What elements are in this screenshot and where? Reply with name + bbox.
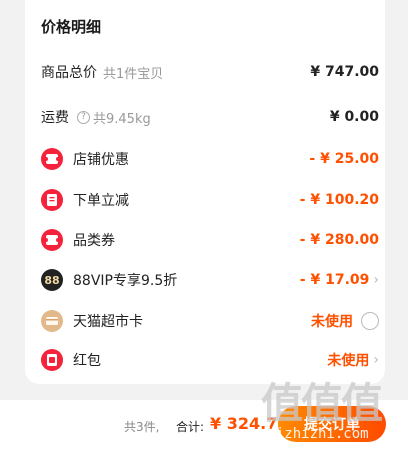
category-coupon-row[interactable]: 品类券 - ¥ 280.00 bbox=[25, 226, 385, 254]
shop-discount-label: 店铺优惠 bbox=[73, 152, 129, 168]
red-packet-value: 未使用 bbox=[327, 353, 370, 369]
category-coupon-icon bbox=[41, 229, 63, 251]
discount-icon bbox=[41, 189, 63, 211]
total-value: ¥ 324.7 bbox=[210, 414, 278, 433]
price-details-title: 价格明细 bbox=[41, 18, 102, 36]
vip-discount-label: 88VIP专享9.5折 bbox=[73, 273, 178, 289]
category-coupon-value: - ¥ 280.00 bbox=[299, 232, 379, 248]
red-packet-row[interactable]: 红包 未使用 › bbox=[25, 346, 385, 374]
shipping-row: 运费 ? 共9.45kg ¥ 0.00 bbox=[25, 103, 385, 131]
question-icon[interactable]: ? bbox=[77, 110, 90, 124]
checkout-bar: 共3件, 合计: ¥ 324.7 提交订单 bbox=[0, 400, 408, 454]
total-label: 合计: bbox=[176, 420, 205, 434]
supermarket-card-value: 未使用 bbox=[311, 314, 353, 330]
vip88-icon: 88 bbox=[41, 269, 63, 291]
red-packet-icon bbox=[41, 349, 63, 371]
order-discount-label: 下单立减 bbox=[73, 193, 129, 209]
chevron-right-icon[interactable]: › bbox=[373, 272, 379, 288]
shipping-value: ¥ 0.00 bbox=[329, 109, 379, 125]
shipping-label: 运费 bbox=[41, 110, 69, 126]
shop-discount-value: - ¥ 25.00 bbox=[309, 151, 379, 167]
price-details-card: 价格明细 商品总价 共1件宝贝 ¥ 747.00 运费 ? 共9.45kg ¥ … bbox=[25, 0, 385, 384]
supermarket-card-row[interactable]: 天猫超市卡 未使用 bbox=[25, 307, 385, 335]
submit-order-button[interactable]: 提交订单 bbox=[278, 406, 386, 442]
chevron-right-icon[interactable]: › bbox=[373, 352, 379, 368]
supermarket-card-label: 天猫超市卡 bbox=[73, 314, 143, 330]
order-discount-row[interactable]: 下单立减 - ¥ 100.20 bbox=[25, 186, 385, 214]
goods-total-sub: 共1件宝贝 bbox=[103, 66, 164, 82]
vip-discount-value: - ¥ 17.09 bbox=[299, 272, 370, 288]
shipping-sub: 共9.45kg bbox=[93, 111, 151, 127]
radio-unchecked-icon[interactable] bbox=[361, 312, 379, 330]
goods-total-value: ¥ 747.00 bbox=[310, 64, 379, 80]
category-coupon-label: 品类券 bbox=[73, 233, 115, 249]
item-count: 共3件, bbox=[124, 420, 160, 434]
order-discount-value: - ¥ 100.20 bbox=[299, 192, 379, 208]
supermarket-card-icon bbox=[41, 310, 63, 332]
coupon-icon bbox=[41, 148, 63, 170]
vip-discount-row[interactable]: 88 88VIP专享9.5折 - ¥ 17.09 › bbox=[25, 266, 385, 294]
goods-total-row: 商品总价 共1件宝贝 ¥ 747.00 bbox=[25, 58, 385, 86]
red-packet-label: 红包 bbox=[73, 353, 101, 369]
goods-total-label: 商品总价 bbox=[41, 65, 97, 81]
shop-discount-row[interactable]: 店铺优惠 - ¥ 25.00 bbox=[25, 145, 385, 173]
